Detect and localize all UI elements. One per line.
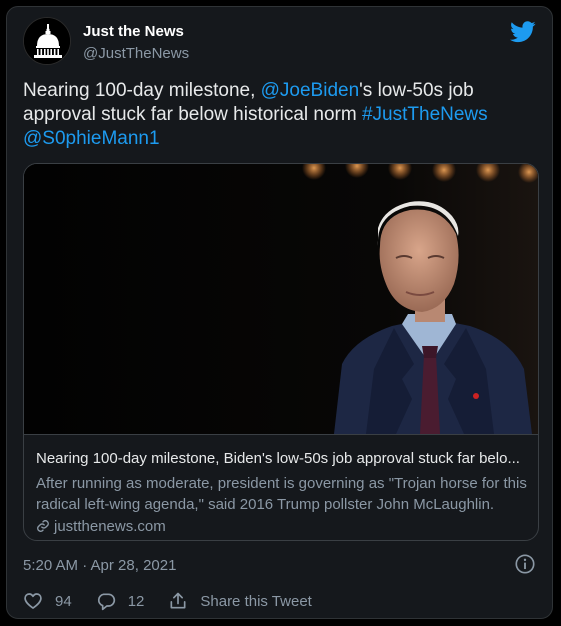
hashtag-link[interactable]: #JustTheNews <box>362 104 488 125</box>
card-image[interactable] <box>24 164 538 435</box>
reply-button[interactable]: 12 <box>96 591 145 611</box>
tweet-actions: 94 12 Share this Tweet <box>23 589 336 613</box>
share-button[interactable]: Share this Tweet <box>168 591 312 611</box>
card-domain[interactable]: justthenews.com <box>36 516 166 536</box>
card-title[interactable]: Nearing 100-day milestone, Biden's low-5… <box>36 450 526 467</box>
tweet-text: Nearing 100-day milestone, @JoeBiden's l… <box>23 79 523 151</box>
mention-link[interactable]: @JoeBiden <box>261 80 360 101</box>
link-preview-card[interactable]: Nearing 100-day milestone, Biden's low-5… <box>23 163 539 541</box>
author-name[interactable]: Just the News <box>83 23 184 40</box>
mention-link[interactable]: @S0phieMann1 <box>23 128 160 149</box>
tweet-header: Just the News @JustTheNews <box>23 17 536 69</box>
heart-icon <box>24 593 42 609</box>
author-handle[interactable]: @JustTheNews <box>83 45 189 62</box>
avatar[interactable] <box>23 17 71 65</box>
reply-count: 12 <box>127 592 145 610</box>
capitol-dome-logo-icon <box>24 18 70 64</box>
like-button[interactable]: 94 <box>23 591 72 611</box>
card-domain-text: justthenews.com <box>54 517 166 535</box>
card-description: After running as moderate, president is … <box>36 475 527 513</box>
card-photo <box>24 164 538 434</box>
reply-icon <box>97 593 115 611</box>
like-count: 94 <box>55 592 72 610</box>
info-icon[interactable] <box>514 553 536 575</box>
share-label: Share this Tweet <box>200 592 312 610</box>
tweet-timestamp[interactable]: 5:20 AM · Apr 28, 2021 <box>23 557 176 574</box>
tweet-embed[interactable]: Just the News @JustTheNews Nearing 100-d… <box>6 6 553 619</box>
share-icon <box>170 592 186 609</box>
tweet-text-part: Nearing 100-day milestone, <box>23 80 261 101</box>
link-icon <box>37 520 49 532</box>
twitter-bird-icon[interactable] <box>510 21 536 43</box>
